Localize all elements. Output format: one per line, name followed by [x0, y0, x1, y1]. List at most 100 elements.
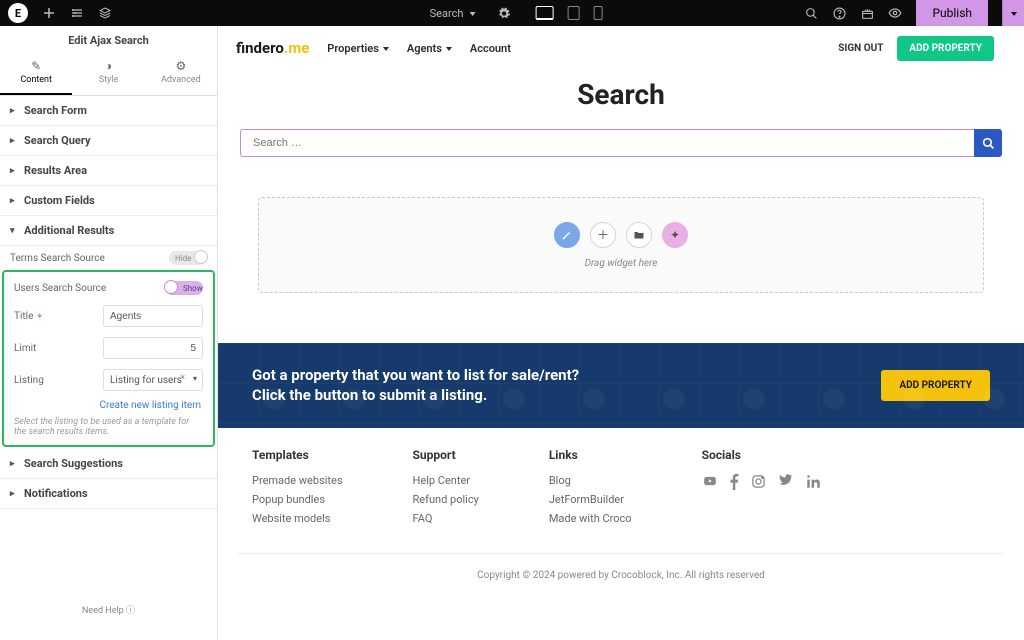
footer-col-support: Support Help Center Refund policy FAQ: [413, 448, 479, 531]
listing-note: Select the listing to be used as a templ…: [10, 411, 207, 439]
site-nav: findero.me Properties Agents Account SIG…: [218, 26, 1024, 70]
desktop-device-icon[interactable]: [535, 6, 553, 20]
preview-canvas: findero.me Properties Agents Account SIG…: [218, 26, 1024, 640]
listing-select[interactable]: Listing for users × ▾: [103, 369, 203, 391]
elementor-logo[interactable]: E: [8, 3, 28, 23]
section-notifications[interactable]: Notifications: [0, 479, 217, 509]
add-element-icon[interactable]: [42, 6, 56, 20]
users-source-highlight: Users Search Source Show Title ✦ Limit L…: [4, 272, 213, 445]
terms-source-label: Terms Search Source: [10, 253, 105, 264]
chevron-down-icon: ▾: [193, 374, 197, 383]
chevron-down-icon: [1011, 7, 1017, 20]
limit-input[interactable]: [103, 337, 203, 359]
create-listing-link[interactable]: Create new listing item: [10, 396, 207, 411]
whats-new-icon[interactable]: [860, 6, 874, 20]
footer-link[interactable]: Website models: [252, 512, 343, 525]
listing-field-row: Listing Listing for users × ▾: [10, 364, 207, 396]
nav-agents[interactable]: Agents: [407, 42, 452, 55]
search-widget: [240, 129, 1002, 157]
footer-link[interactable]: Help Center: [413, 474, 479, 487]
ai-icon[interactable]: ✦: [662, 222, 688, 248]
limit-label: Limit: [14, 343, 36, 354]
section-search-form[interactable]: Search Form: [0, 96, 217, 126]
copyright-text: Copyright © 2024 powered by Crocoblock, …: [238, 553, 1004, 593]
nav-account[interactable]: Account: [470, 42, 511, 55]
help-icon: ⓘ: [126, 606, 135, 616]
section-additional-results[interactable]: Additional Results: [0, 216, 217, 246]
add-property-button[interactable]: ADD PROPERTY: [897, 36, 994, 61]
settings-icon[interactable]: [497, 6, 511, 20]
widget-name-dropdown[interactable]: Search: [422, 7, 484, 20]
widget-name-label: Search: [430, 7, 464, 20]
cta-add-property-button[interactable]: ADD PROPERTY: [881, 370, 990, 401]
terms-source-toggle[interactable]: Hide: [169, 251, 207, 265]
tab-style[interactable]: ◑Style: [72, 53, 144, 95]
instagram-icon[interactable]: [751, 474, 766, 490]
chevron-down-icon: [469, 7, 475, 20]
footer-link[interactable]: Refund policy: [413, 493, 479, 506]
structure-icon[interactable]: [70, 6, 84, 20]
facebook-icon[interactable]: [730, 474, 739, 490]
sidebar-title: Edit Ajax Search: [0, 26, 217, 53]
users-source-toggle[interactable]: Show: [165, 281, 203, 295]
title-label: Title ✦: [14, 311, 43, 322]
mobile-device-icon[interactable]: [593, 6, 602, 20]
title-field-row: Title ✦: [10, 300, 207, 332]
footer-link[interactable]: Made with Croco: [549, 512, 632, 525]
need-help-link[interactable]: Need Help ⓘ: [0, 589, 217, 640]
site-logo[interactable]: findero.me: [236, 39, 309, 57]
search-input[interactable]: [240, 129, 974, 157]
preview-icon[interactable]: [888, 6, 902, 20]
footer-col-templates: Templates Premade websites Popup bundles…: [252, 448, 343, 531]
footer-link[interactable]: JetFormBuilder: [549, 493, 632, 506]
empty-container-drop-zone[interactable]: ＋ ✦ Drag widget here: [258, 197, 984, 293]
footer-link[interactable]: FAQ: [413, 512, 479, 525]
add-container-icon[interactable]: ＋: [590, 222, 616, 248]
section-search-query[interactable]: Search Query: [0, 126, 217, 156]
footer-col-links: Links Blog JetFormBuilder Made with Croc…: [549, 448, 632, 531]
cta-section: Got a property that you want to list for…: [218, 343, 1024, 428]
tab-content[interactable]: ✎Content: [0, 53, 72, 95]
tab-advanced[interactable]: ⚙Advanced: [145, 53, 217, 95]
publish-options-button[interactable]: [1002, 0, 1024, 26]
page-title: Search: [218, 78, 1024, 111]
terms-source-row: Terms Search Source Hide: [0, 246, 217, 270]
edit-container-icon[interactable]: [554, 222, 580, 248]
clear-icon[interactable]: ×: [180, 373, 185, 383]
section-custom-fields[interactable]: Custom Fields: [0, 186, 217, 216]
dynamic-tag-icon[interactable]: ✦: [36, 312, 44, 322]
chevron-down-icon: [383, 42, 389, 55]
limit-field-row: Limit: [10, 332, 207, 364]
nav-properties[interactable]: Properties: [327, 42, 389, 55]
users-source-row: Users Search Source Show: [10, 276, 207, 300]
footer-link[interactable]: Premade websites: [252, 474, 343, 487]
site-footer: Templates Premade websites Popup bundles…: [218, 428, 1024, 541]
linkedin-icon[interactable]: [806, 474, 821, 490]
editor-sidebar: Edit Ajax Search ✎Content ◑Style ⚙Advanc…: [0, 26, 218, 640]
gear-icon: ⚙: [145, 59, 217, 73]
drop-zone-text: Drag widget here: [585, 258, 658, 269]
editor-topbar: E Search Publish: [0, 0, 1024, 26]
footer-link[interactable]: Popup bundles: [252, 493, 343, 506]
youtube-icon[interactable]: [702, 474, 718, 490]
section-results-area[interactable]: Results Area: [0, 156, 217, 186]
layers-icon[interactable]: [98, 6, 112, 20]
twitter-icon[interactable]: [778, 474, 794, 490]
title-input[interactable]: [103, 305, 203, 327]
pencil-icon: ✎: [0, 59, 72, 73]
style-icon: ◑: [72, 59, 144, 73]
cta-text: Got a property that you want to list for…: [252, 365, 579, 406]
listing-label: Listing: [14, 375, 44, 386]
users-source-label: Users Search Source: [14, 283, 106, 294]
chevron-down-icon: [446, 42, 452, 55]
tablet-device-icon[interactable]: [567, 6, 579, 20]
folder-icon[interactable]: [626, 222, 652, 248]
search-submit-button[interactable]: [974, 129, 1002, 157]
finder-icon[interactable]: [804, 6, 818, 20]
help-icon[interactable]: [832, 6, 846, 20]
footer-link[interactable]: Blog: [549, 474, 632, 487]
section-search-suggestions[interactable]: Search Suggestions: [0, 449, 217, 479]
publish-button[interactable]: Publish: [916, 0, 988, 26]
sign-out-link[interactable]: SIGN OUT: [838, 43, 883, 54]
footer-col-socials: Socials: [702, 448, 821, 531]
